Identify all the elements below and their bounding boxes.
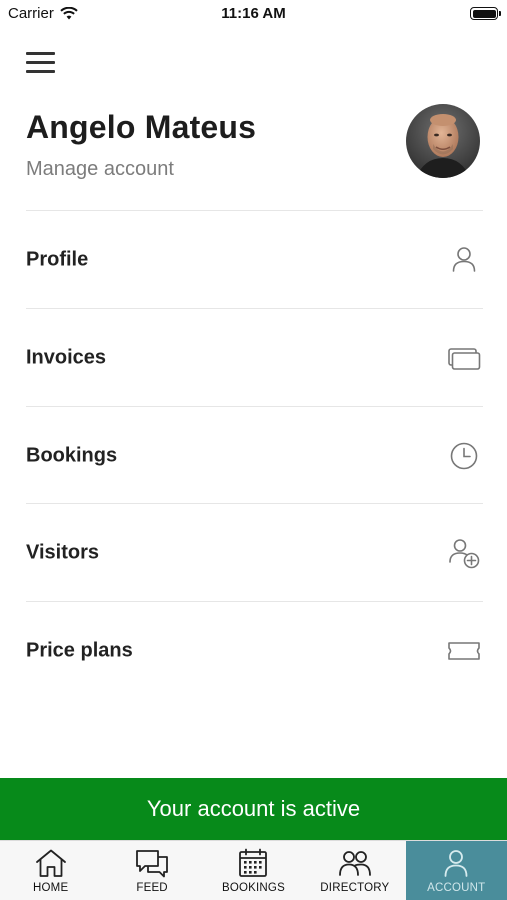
user-icon <box>444 850 468 877</box>
avatar[interactable] <box>406 104 480 178</box>
menu-item-profile[interactable]: Profile <box>0 211 507 308</box>
user-icon <box>452 246 476 272</box>
home-icon <box>35 849 66 877</box>
menu-item-label: Price plans <box>26 639 133 661</box>
tab-label: ACCOUNT <box>427 882 486 894</box>
add-user-icon <box>449 538 480 568</box>
tab-label: HOME <box>33 882 69 894</box>
menu-item-label: Visitors <box>26 541 99 563</box>
menu-item-price-plans[interactable]: Price plans <box>0 602 507 699</box>
tab-home[interactable]: HOME <box>0 841 101 900</box>
calendar-icon <box>239 848 268 877</box>
menu-item-invoices[interactable]: Invoices <box>0 309 507 406</box>
chat-icon <box>136 850 168 878</box>
menu-line <box>26 61 55 64</box>
menu-item-label: Profile <box>26 248 89 270</box>
tab-account[interactable]: ACCOUNT <box>405 841 507 900</box>
tab-bookings[interactable]: BOOKINGS <box>203 841 304 900</box>
banner-text: Your account is active <box>146 796 361 821</box>
user-name: Angelo Mateus <box>26 109 257 145</box>
manage-account-link[interactable]: Manage account <box>26 158 174 181</box>
people-icon <box>338 851 371 876</box>
status-time: 11:16 AM <box>221 5 286 22</box>
tab-feed[interactable]: FEED <box>101 841 202 900</box>
menu-item-label: Bookings <box>26 444 118 466</box>
menu-item-bookings[interactable]: Bookings <box>0 407 507 504</box>
account-status-banner: Your account is active <box>0 778 507 840</box>
menu-item-visitors[interactable]: Visitors <box>0 504 507 601</box>
hamburger-menu-button[interactable] <box>26 50 56 74</box>
menu-line <box>26 70 55 73</box>
tab-label: DIRECTORY <box>320 882 390 894</box>
clock-icon <box>450 442 478 469</box>
menu-line <box>26 52 55 55</box>
tab-label: FEED <box>136 882 168 894</box>
tab-label: BOOKINGS <box>222 882 285 894</box>
ticket-icon <box>448 641 480 660</box>
tab-bar: HOME FEED BOOKINGS DIRECTORY ACCOUNT <box>0 840 507 900</box>
battery-icon <box>470 7 501 20</box>
cards-icon <box>448 347 481 370</box>
status-bar: Carrier 11:16 AM <box>0 0 507 28</box>
menu-item-label: Invoices <box>26 346 107 368</box>
tab-directory[interactable]: DIRECTORY <box>304 841 405 900</box>
avatar-photo <box>406 104 480 178</box>
